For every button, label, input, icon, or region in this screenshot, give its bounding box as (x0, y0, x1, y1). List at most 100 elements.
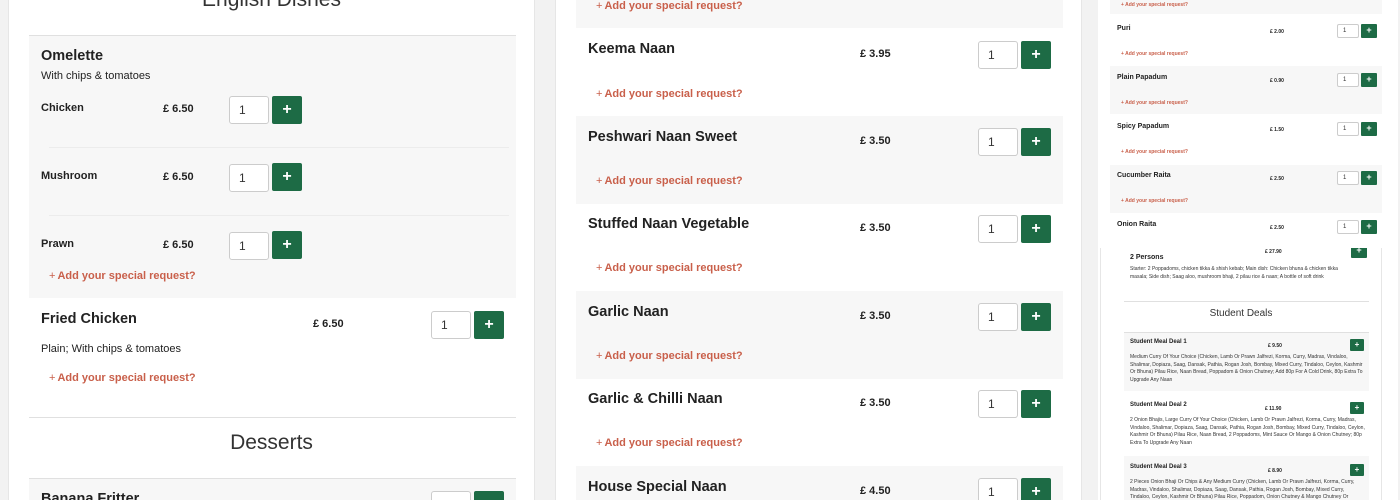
quantity-input[interactable]: 1 (978, 215, 1018, 243)
special-request-link[interactable]: + Add your special request? (1121, 149, 1188, 155)
deal-desc: Medium Curry Of Your Choice (Chicken, La… (1130, 354, 1363, 383)
plus-icon: + (1031, 395, 1041, 412)
add-to-cart-button[interactable]: + (1350, 464, 1364, 476)
special-request-link[interactable]: + Add your special request? (49, 372, 196, 384)
plus-icon: + (1366, 74, 1372, 84)
deal-name: Student Meal Deal 3 (1130, 464, 1187, 470)
plus-icon: + (1354, 340, 1360, 349)
special-request-link[interactable]: + Add your special request? (49, 270, 196, 282)
plus-small-icon: + (596, 350, 603, 362)
quantity-input[interactable]: 1 (229, 164, 269, 192)
section-title-english-dishes: English Dishes (9, 0, 534, 12)
divider (49, 147, 509, 148)
quantity-input[interactable]: 1 (1337, 122, 1359, 136)
quantity-input[interactable]: 1 (978, 390, 1018, 418)
special-request-link[interactable]: + Add your special request? (1121, 51, 1188, 57)
quantity-input[interactable]: 1 (229, 96, 269, 124)
plus-icon: + (1031, 220, 1041, 237)
dish-price: £ 3.50 (860, 310, 891, 322)
special-request-link[interactable]: + Add your special request? (1121, 100, 1188, 106)
add-to-cart-button[interactable]: + (1021, 478, 1051, 500)
dish-name-house-special-naan: House Special Naan (588, 479, 727, 495)
dish-name-keema-naan: Keema Naan (588, 41, 676, 57)
special-request-link[interactable]: + Add your special request? (596, 0, 743, 12)
add-to-cart-button[interactable]: + (1021, 390, 1051, 418)
quantity-input[interactable]: 1 (978, 303, 1018, 331)
plus-icon: + (1031, 133, 1041, 150)
plus-icon: + (1354, 465, 1360, 474)
plus-icon: + (282, 236, 292, 253)
special-request-link[interactable]: + Add your special request? (596, 175, 743, 187)
special-request-link[interactable]: + Add your special request? (596, 350, 743, 362)
add-to-cart-button[interactable]: + (1021, 128, 1051, 156)
dish-name-fried-chicken: Fried Chicken (41, 311, 137, 327)
quantity-input[interactable]: 1 (431, 491, 471, 500)
dish-price: £ 4.50 (860, 485, 891, 497)
add-to-cart-button[interactable]: + (1021, 215, 1051, 243)
dish-price-fried-chicken: £ 6.50 (313, 318, 344, 330)
plus-icon: + (1366, 123, 1372, 133)
plus-icon: + (1031, 483, 1041, 500)
option-name-mushroom: Mushroom (41, 170, 98, 182)
dish-name-plain-papadum: Plain Papadum (1117, 74, 1168, 81)
plus-icon: + (1356, 248, 1362, 255)
plus-icon: + (1354, 403, 1360, 412)
add-to-cart-button[interactable]: + (1021, 303, 1051, 331)
add-to-cart-button[interactable]: + (1351, 248, 1367, 258)
dish-name-spicy-papadum: Spicy Papadum (1117, 123, 1170, 130)
quantity-input[interactable]: 1 (978, 478, 1018, 500)
add-to-cart-button[interactable]: + (474, 311, 504, 339)
add-to-cart-button[interactable]: + (474, 491, 504, 500)
add-to-cart-button[interactable]: + (1361, 122, 1377, 136)
option-price-prawn: £ 6.50 (163, 239, 194, 251)
plus-small-icon: + (49, 270, 56, 282)
section-title-student-deals: Student Deals (1209, 308, 1273, 319)
quantity-input[interactable]: 1 (1337, 220, 1359, 234)
quantity-input[interactable]: 1 (1337, 24, 1359, 38)
add-to-cart-button[interactable]: + (1361, 73, 1377, 87)
special-request-link[interactable]: + Add your special request? (1121, 198, 1188, 204)
plus-icon: + (1031, 308, 1041, 325)
add-to-cart-button[interactable]: + (1350, 402, 1364, 414)
deal-desc: 2 Pieces Onion Bhaji Or Chips & Any Medi… (1130, 479, 1355, 500)
dish-price: £ 3.50 (860, 397, 891, 409)
divider (49, 215, 509, 216)
option-name-prawn: Prawn (41, 238, 75, 250)
dish-name-stuffed-naan: Stuffed Naan Vegetable (588, 216, 750, 232)
plus-small-icon: + (596, 175, 603, 187)
dish-price: £ 2.50 (1270, 225, 1284, 231)
quantity-input[interactable]: 1 (1337, 171, 1359, 185)
set-meal-desc: Starter: 2 Poppadoms, chicken tikka & sh… (1130, 266, 1338, 280)
dish-name-banana-fritter: Banana Fritter (41, 491, 140, 500)
dish-price: £ 3.50 (860, 222, 891, 234)
add-to-cart-button[interactable]: + (1361, 220, 1377, 234)
special-request-link[interactable]: + Add your special request? (1121, 2, 1188, 8)
dish-name-puri: Puri (1117, 25, 1131, 32)
deal-desc: 2 Onion Bhajis, Large Curry Of Your Choi… (1130, 417, 1365, 446)
add-to-cart-button[interactable]: + (1350, 339, 1364, 351)
add-to-cart-button[interactable]: + (1361, 24, 1377, 38)
dish-price: £ 2.50 (1270, 176, 1284, 182)
add-to-cart-button[interactable]: + (272, 231, 302, 259)
plus-icon: + (1366, 221, 1372, 231)
quantity-input[interactable]: 1 (431, 311, 471, 339)
quantity-input[interactable]: 1 (978, 41, 1018, 69)
add-to-cart-button[interactable]: + (272, 163, 302, 191)
deal-name: Student Meal Deal 1 (1130, 339, 1187, 345)
special-request-link[interactable]: + Add your special request? (596, 437, 743, 449)
add-to-cart-button[interactable]: + (272, 96, 302, 124)
add-to-cart-button[interactable]: + (1021, 41, 1051, 69)
dish-name-onion-raita: Onion Raita (1117, 221, 1157, 228)
plus-small-icon: + (596, 88, 603, 100)
quantity-input[interactable]: 1 (978, 128, 1018, 156)
naan-column: + Add your special request? Keema Naan £ … (555, 0, 1082, 500)
add-to-cart-button[interactable]: + (1361, 171, 1377, 185)
plus-icon: + (484, 316, 494, 333)
quantity-input[interactable]: 1 (1337, 73, 1359, 87)
quantity-input[interactable]: 1 (229, 232, 269, 260)
special-request-link[interactable]: + Add your special request? (596, 262, 743, 274)
dish-name-omelette: Omelette (41, 48, 104, 64)
dish-desc-omelette: With chips & tomatoes (41, 70, 151, 82)
special-request-link[interactable]: + Add your special request? (596, 88, 743, 100)
dish-name-peshwari-naan: Peshwari Naan Sweet (588, 129, 738, 145)
